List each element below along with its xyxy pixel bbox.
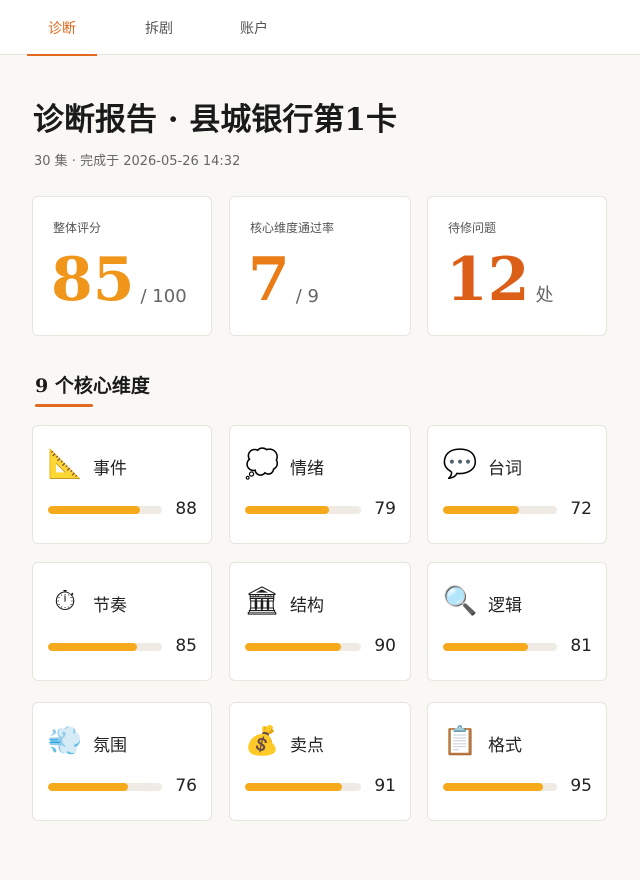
dimension-score: 88 (175, 499, 197, 519)
stat-suffix: 处 (535, 285, 554, 306)
score-bar-track (443, 643, 557, 651)
score-bar-fill (443, 643, 528, 651)
dimension-name: 节奏 (93, 596, 127, 616)
score-bar-track (245, 506, 361, 514)
stat-card: 核心维度通过率 7/ 9 (229, 196, 411, 336)
clipboard-icon: 📋 (442, 724, 478, 757)
dimension-score: 95 (570, 776, 592, 796)
classical-building-icon: 🏛 (244, 584, 280, 617)
stat-card: 待修问题 12 处 (427, 196, 607, 336)
money-bag-icon: 💰 (244, 724, 280, 757)
triangle-ruler-icon: 📐 (47, 447, 83, 480)
dimension-card[interactable]: ⏱ 节奏 85 (32, 562, 212, 681)
report-meta: 30 集 · 完成于 2026-05-26 14:32 (34, 154, 241, 169)
score-bar-track (48, 783, 162, 791)
score-bar-track (245, 643, 361, 651)
score-bar-fill (443, 783, 543, 791)
dimension-name: 卖点 (290, 736, 324, 756)
dimension-name: 结构 (290, 596, 324, 616)
speech-bubble-icon: 💬 (442, 447, 478, 480)
section-title: 9 个核心维度 (35, 375, 150, 397)
cloud-icon: 💨 (47, 724, 83, 757)
dimension-score: 90 (374, 636, 396, 656)
dimension-card[interactable]: 💰 卖点 91 (229, 702, 411, 821)
stat-label: 核心维度通过率 (250, 221, 335, 235)
dimension-card[interactable]: 🏛 结构 90 (229, 562, 411, 681)
stat-suffix: / 9 (295, 286, 319, 307)
dimension-score: 72 (570, 499, 592, 519)
dimension-score: 85 (175, 636, 197, 656)
score-bar-fill (443, 506, 519, 514)
stat-label: 整体评分 (53, 221, 102, 235)
dimension-score: 81 (570, 636, 592, 656)
dimension-score: 91 (374, 776, 396, 796)
thought-bubble-icon: 💭 (244, 447, 280, 480)
dimension-name: 台词 (488, 459, 522, 479)
score-bar-fill (48, 643, 138, 651)
score-bar-track (245, 783, 361, 791)
score-bar-fill (245, 783, 343, 791)
dimension-card[interactable]: 📋 格式 95 (427, 702, 607, 821)
page-title: 诊断报告 · 县城银行第1卡 (33, 102, 397, 138)
tab-0[interactable]: 诊断 (27, 0, 97, 56)
stat-value: 85 (51, 245, 135, 315)
score-bar-track (48, 506, 162, 514)
dimension-name: 情绪 (290, 459, 324, 479)
stat-value-row: 7/ 9 (248, 249, 319, 311)
score-bar-fill (48, 783, 128, 791)
stat-label: 待修问题 (448, 221, 497, 235)
stat-value-row: 12 处 (446, 249, 554, 311)
dimension-card[interactable]: 📐 事件 88 (32, 425, 212, 544)
dimension-card[interactable]: 🔍 逻辑 81 (427, 562, 607, 681)
score-bar-track (443, 506, 557, 514)
stat-card: 整体评分 85/ 100 (32, 196, 212, 336)
stopwatch-icon: ⏱ (54, 584, 76, 617)
magnifier-icon: 🔍 (442, 584, 478, 617)
tab-2[interactable]: 账户 (219, 0, 289, 55)
score-bar-fill (245, 506, 330, 514)
stat-value: 7 (248, 245, 290, 315)
score-bar-fill (245, 643, 342, 651)
stat-value: 12 (446, 245, 530, 315)
stat-suffix: / 100 (140, 286, 187, 307)
dimension-card[interactable]: 💬 台词 72 (427, 425, 607, 544)
dimension-name: 氛围 (93, 736, 127, 756)
section-underline (35, 404, 93, 407)
stat-value-row: 85/ 100 (51, 249, 187, 311)
dimension-name: 逻辑 (488, 596, 522, 616)
score-bar-fill (48, 506, 141, 514)
dimension-score: 79 (374, 499, 396, 519)
score-bar-track (443, 783, 557, 791)
tab-1[interactable]: 拆剧 (124, 0, 194, 55)
top-tab-bar: 诊断 拆剧 账户 (0, 0, 640, 56)
dimension-score: 76 (175, 776, 197, 796)
score-bar-track (48, 643, 162, 651)
dimension-card[interactable]: 💭 情绪 79 (229, 425, 411, 544)
dimension-card[interactable]: 💨 氛围 76 (32, 702, 212, 821)
dimension-name: 事件 (93, 459, 127, 479)
dimension-name: 格式 (488, 736, 522, 756)
